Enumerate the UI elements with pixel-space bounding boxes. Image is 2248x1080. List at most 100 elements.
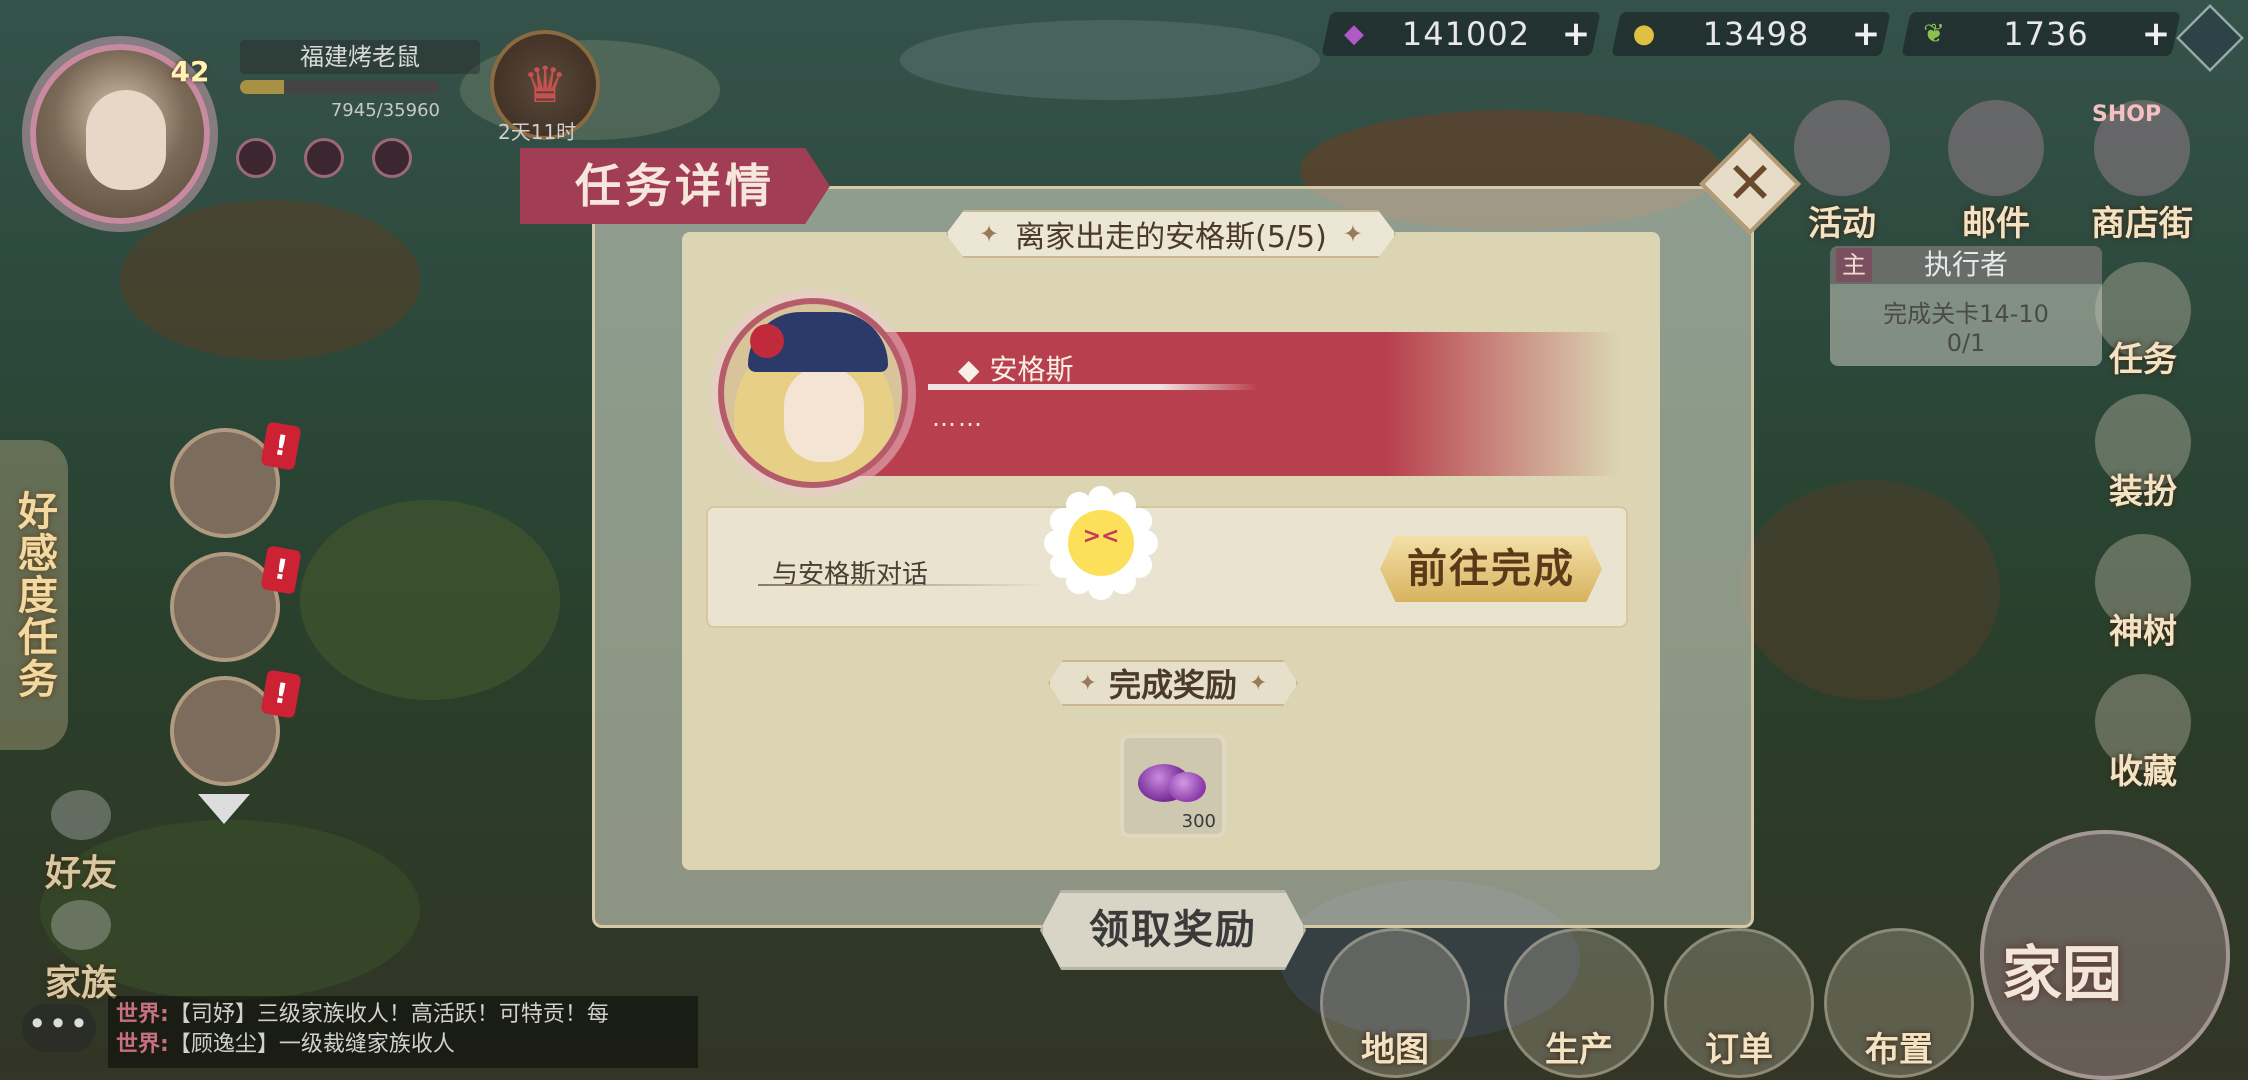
chat-channel: 世界: — [116, 1032, 169, 1057]
character-name: 安格斯 — [958, 348, 1074, 388]
rose-icon — [750, 324, 784, 358]
orders-button[interactable]: 订单 — [1664, 928, 1814, 1078]
sparkle-icon: ✦ — [1342, 220, 1363, 248]
sparkle-icon: ✦ — [979, 220, 1000, 248]
daisy-face: >< — [1082, 524, 1120, 549]
reward-title-banner: ✦ 完成奖励 ✦ — [1048, 660, 1298, 706]
status-dot — [304, 138, 344, 178]
chat-message: 【顾逸尘】一级裁缝家族收人 — [168, 1032, 455, 1057]
family-button[interactable]: 家族 — [36, 900, 126, 1006]
npc-avatar-3[interactable]: ! — [170, 669, 302, 786]
home-button[interactable]: 家园 — [1980, 830, 2230, 1080]
level-badge: 42 — [170, 55, 210, 88]
map-button[interactable]: 地图 — [1320, 928, 1470, 1078]
daisy-mascot-icon: >< — [1042, 484, 1160, 602]
collection-label: 收藏 — [2109, 752, 2177, 792]
quest-tracker-header: 主 执行者 — [1830, 246, 2102, 284]
events-label: 活动 — [1808, 204, 1876, 244]
status-dots — [236, 138, 412, 178]
character-line: …… — [932, 404, 984, 432]
decorate-label: 布置 — [1865, 1030, 1933, 1070]
chat-box[interactable]: 世界:【司妤】三级家族收人！高活跃！可特贡！每 世界:【顾逸尘】一级裁缝家族收人 — [108, 996, 698, 1068]
status-dot — [236, 138, 276, 178]
chat-line: 世界:【司妤】三级家族收人！高活跃！可特贡！每 — [116, 1000, 690, 1030]
production-button[interactable]: 生产 — [1504, 928, 1654, 1078]
coins-value: 13498 — [1702, 15, 1810, 53]
quest-tracker-title: 执行者 — [1923, 248, 2008, 281]
family-label: 家族 — [44, 963, 117, 1004]
quest-title: 离家出走的安格斯(5/5) — [1015, 220, 1327, 255]
orders-label: 订单 — [1705, 1030, 1773, 1070]
npc-avatar-2[interactable]: ! — [170, 545, 302, 662]
character-portrait — [718, 298, 908, 488]
affection-task-tab[interactable]: 好感度任务 — [0, 440, 68, 750]
tasks-button[interactable]: 任务 — [2086, 262, 2200, 381]
events-button[interactable]: 活动 — [1782, 100, 1902, 245]
mail-label: 邮件 — [1962, 204, 2030, 244]
sparkle-icon: ✦ — [1078, 670, 1097, 696]
close-icon: ✕ — [1725, 149, 1775, 217]
quest-title-banner: ✦ 离家出走的安格斯(5/5) ✦ — [946, 210, 1396, 258]
dressup-button[interactable]: 装扮 — [2086, 394, 2200, 513]
mail-button[interactable]: 邮件 — [1936, 100, 2056, 245]
decorate-button[interactable]: 布置 — [1824, 928, 1974, 1078]
mail-icon — [1948, 100, 2044, 196]
tasks-label: 任务 — [2109, 340, 2177, 380]
main-quest-tag: 主 — [1836, 248, 1872, 282]
reward-quantity: 300 — [1181, 811, 1216, 832]
currency-leaves: ❦ 1736 + — [1901, 12, 2181, 56]
shop-tag: SHOP — [2092, 102, 2162, 127]
sacred-tree-button[interactable]: 神树 — [2086, 534, 2200, 653]
reward-title: 完成奖励 — [1108, 666, 1237, 704]
chat-line: 世界:【顾逸尘】一级裁缝家族收人 — [116, 1030, 690, 1060]
dressup-label: 装扮 — [2109, 472, 2177, 512]
crown-icon: ♛ — [522, 56, 568, 114]
chat-message: 【司妤】三级家族收人！高活跃！可特贡！每 — [168, 1002, 609, 1027]
avatar-face — [86, 90, 166, 190]
scroll-down-arrow-icon[interactable] — [198, 794, 250, 824]
player-name: 福建烤老鼠 — [240, 40, 480, 74]
collection-button[interactable]: 收藏 — [2086, 674, 2200, 793]
family-icon — [51, 900, 111, 950]
claim-reward-button[interactable]: 领取奖励 — [1040, 890, 1306, 970]
friends-button[interactable]: 好友 — [36, 790, 126, 896]
chat-channel: 世界: — [116, 1002, 169, 1027]
add-leaves-button[interactable]: + — [2136, 14, 2176, 54]
dialog-title: 任务详情 — [520, 148, 830, 224]
main-quest-tracker[interactable]: 主 执行者 完成关卡14-10 0/1 — [1830, 246, 2102, 366]
quest-tracker-task: 完成关卡14-10 — [1883, 300, 2049, 328]
sparkle-icon: ✦ — [1249, 670, 1268, 696]
reward-item[interactable]: 300 — [1120, 734, 1226, 838]
exp-bar — [240, 80, 440, 94]
home-label: 家园 — [2002, 940, 2122, 1010]
shop-street-label: 商店街 — [2091, 204, 2193, 244]
exp-text: 7945/35960 — [330, 100, 440, 121]
task-underline — [758, 584, 1048, 586]
exp-bar-fill — [240, 80, 284, 94]
add-coins-button[interactable]: + — [1846, 14, 1886, 54]
currency-coins: ● 13498 + — [1611, 12, 1891, 56]
purple-gem-icon — [1168, 772, 1206, 802]
portrait-face — [784, 366, 864, 462]
balloons-icon — [1794, 100, 1890, 196]
friends-label: 好友 — [44, 853, 117, 894]
npc-avatar-1[interactable]: ! — [170, 421, 302, 538]
currency-gems: ◆ 141002 + — [1321, 12, 1601, 56]
gems-value: 141002 — [1401, 15, 1531, 53]
production-label: 生产 — [1545, 1030, 1613, 1070]
leaf-icon: ❦ — [1923, 19, 1945, 49]
map-label: 地图 — [1361, 1030, 1429, 1070]
add-gems-button[interactable]: + — [1556, 14, 1596, 54]
friends-icon — [51, 790, 111, 840]
go-complete-button[interactable]: 前往完成 — [1380, 536, 1602, 602]
quest-tracker-progress: 0/1 — [1946, 329, 1986, 357]
coin-icon: ● — [1632, 19, 1656, 49]
affection-task-label: 好感度任务 — [11, 490, 57, 700]
chat-icon[interactable]: ••• — [22, 1004, 96, 1052]
event-timer: 2天11时 — [498, 120, 577, 144]
sacred-tree-label: 神树 — [2109, 612, 2177, 652]
status-dot — [372, 138, 412, 178]
leaves-value: 1736 — [2003, 15, 2089, 53]
gem-icon: ◆ — [1344, 19, 1364, 49]
name-divider — [928, 384, 1258, 390]
